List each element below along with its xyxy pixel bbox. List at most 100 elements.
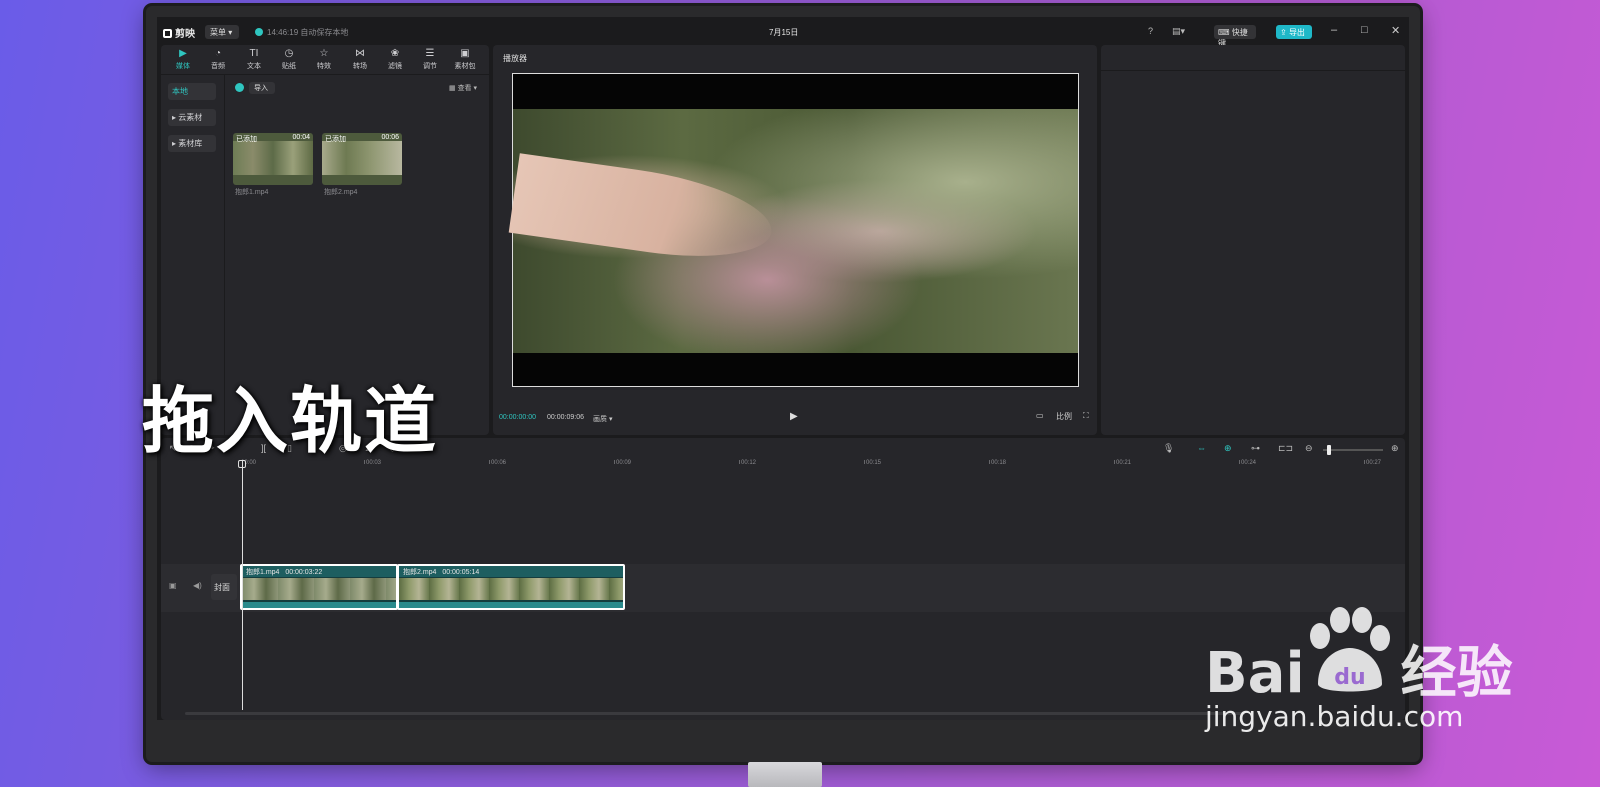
export-button[interactable]: ⇪ 导出 (1276, 25, 1312, 39)
ruler-tick: 00:15 (863, 460, 882, 466)
media-thumb-2[interactable]: 已添加 00:06 (322, 133, 402, 185)
clip-header: 抱郎2.mp4 00:00:05:14 (399, 566, 623, 577)
media-thumb-image (233, 141, 313, 175)
media-thumb-1[interactable]: 已添加 00:04 (233, 133, 313, 185)
track-lock-icon[interactable]: ▣ (169, 581, 177, 590)
clip-filmstrip (399, 578, 623, 600)
quality-dropdown[interactable]: 画质 ▾ (593, 414, 612, 424)
tab-effects-label: 特效 (317, 63, 331, 70)
tab-media[interactable]: ▶ 媒体 (166, 47, 200, 71)
media-thumb-image (322, 141, 402, 175)
ruler-tick: 00:21 (1113, 460, 1132, 466)
tab-sticker-label: 贴纸 (282, 63, 296, 70)
tab-package-label: 素材包 (454, 63, 476, 70)
tab-effects[interactable]: ☆ 特效 (307, 47, 341, 71)
tab-media-label: 媒体 (176, 63, 190, 70)
original-size-icon[interactable]: ▭ (1036, 411, 1044, 420)
tab-filter-label: 滤镜 (388, 63, 402, 70)
view-sort-label: 查看 (457, 85, 472, 92)
auto-snap-icon[interactable]: ⊕ (1224, 443, 1232, 454)
tab-text-label: 文本 (247, 63, 261, 70)
timeline-clip-1[interactable]: 抱郎1.mp4 00:00:03:22 (240, 564, 398, 610)
ruler-tick: 00:18 (988, 460, 1007, 466)
fullscreen-icon[interactable]: ⛶ (1083, 411, 1089, 421)
sidebar-item-local[interactable]: 本地 (168, 83, 216, 100)
preview-canvas[interactable] (508, 73, 1079, 387)
menu-button-label: 菜单 (210, 28, 226, 37)
import-button[interactable]: 导入 (249, 82, 275, 94)
view-sort-button[interactable]: ▦ 查看 ▾ (449, 83, 477, 93)
tab-transition[interactable]: ⋈ 转场 (343, 47, 377, 71)
help-icon[interactable]: ? (1148, 26, 1153, 36)
sidebar-item-cloud[interactable]: ▸ 云素材 (168, 109, 216, 126)
media-added-badge: 已添加 (325, 136, 346, 143)
logo-icon (163, 29, 172, 38)
ruler-tick: 00:09 (613, 460, 632, 466)
clip-duration: 00:00:05:14 (442, 569, 480, 576)
current-time: 00:00:00:00 (499, 414, 536, 421)
minimize-icon[interactable]: – (1331, 24, 1337, 36)
clip-header: 抱郎1.mp4 00:00:03:22 (242, 566, 396, 577)
tab-filter[interactable]: ❀ 滤镜 (378, 47, 412, 71)
ruler-tick: 00:24 (1238, 460, 1257, 466)
ruler-tick: 00:06 (488, 460, 507, 466)
close-icon[interactable]: ✕ (1391, 24, 1400, 37)
clip-name: 抱郎2.mp4 (403, 569, 437, 576)
layout-icon[interactable]: ▤▾ (1172, 26, 1185, 37)
properties-header (1101, 45, 1405, 71)
ratio-button[interactable]: 比例 (1056, 411, 1072, 422)
cover-button[interactable]: 封面 (211, 574, 237, 600)
ruler-tick: 00:12 (738, 460, 757, 466)
sidebar-item-library[interactable]: ▸ 素材库 (168, 135, 216, 152)
tab-package[interactable]: ▣ 素材包 (448, 47, 482, 71)
player-panel: 播放器 00:00:00:00 00:00:09:06 画质 ▾ ▶ ▭ 比例 … (493, 45, 1097, 435)
sidebar-item-cloud-label: 云素材 (178, 113, 203, 122)
watermark-brand-2: 经验 (1400, 641, 1513, 706)
track-mute-icon[interactable]: ◀) (193, 581, 202, 590)
zoom-in-icon[interactable]: ⊕ (1391, 443, 1399, 454)
tab-adjust-label: 调节 (423, 63, 437, 70)
playhead-line[interactable] (242, 460, 243, 710)
properties-panel (1101, 45, 1405, 435)
ruler-tick: 00:27 (1363, 460, 1382, 466)
linkage-icon[interactable]: ⊶ (1251, 443, 1260, 454)
zoom-out-icon[interactable]: ⊖ (1305, 443, 1313, 454)
clip-audio-wave (242, 602, 396, 608)
tab-adjust[interactable]: ☰ 调节 (413, 47, 447, 71)
clip-duration: 00:00:03:22 (285, 569, 323, 576)
autosave-status: 14:46:19 自动保存本地 (267, 28, 349, 37)
microphone-icon[interactable]: 🎙 (1163, 443, 1174, 454)
sidebar-item-library-label: 素材库 (178, 139, 203, 148)
shortcut-button[interactable]: ⌨ 快捷键 (1214, 25, 1256, 48)
tab-text[interactable]: TI 文本 (237, 47, 271, 71)
monitor-stand (748, 762, 822, 787)
media-name-2: 抱郎2.mp4 (324, 189, 358, 196)
main-track-magnet-icon[interactable]: ⇔ (1197, 443, 1206, 453)
adjust-icon: ☰ (425, 48, 435, 59)
zoom-slider-handle[interactable] (1327, 445, 1331, 455)
quality-label: 画质 (593, 416, 607, 423)
menu-button[interactable]: 菜单 ▾ (205, 25, 239, 39)
tutorial-caption: 拖入轨道 (142, 379, 439, 463)
app-logo: 剪映 (163, 25, 195, 40)
import-plus-icon[interactable] (235, 83, 244, 92)
package-icon: ▣ (460, 48, 470, 59)
play-icon[interactable]: ▶ (790, 411, 798, 422)
zoom-slider-track[interactable] (1323, 449, 1383, 451)
preview-video-frame (508, 109, 1078, 353)
tab-sticker[interactable]: ◷ 贴纸 (272, 47, 306, 71)
preview-axis-icon[interactable]: ⊏⊐ (1278, 443, 1293, 454)
media-tab-bar: ▶ 媒体 ◔ 音频 TI 文本 ◷ 贴纸 ☆ 特效 ⋈ 转场 ❀ 滤镜 ☰ 调节 ▣ 素材包 (161, 45, 489, 75)
tab-audio[interactable]: ◔ 音频 (201, 47, 235, 71)
filter-icon: ❀ (390, 48, 400, 59)
watermark-url: jingyan.baidu.com (1205, 700, 1464, 733)
player-title: 播放器 (503, 54, 527, 63)
clip-audio-wave (399, 602, 623, 608)
clip-name: 抱郎1.mp4 (246, 569, 280, 576)
timeline-scrollbar[interactable] (185, 712, 1245, 715)
timeline-clip-2[interactable]: 抱郎2.mp4 00:00:05:14 (397, 564, 625, 610)
app-name: 剪映 (175, 29, 195, 40)
project-title: 7月15日 (769, 28, 799, 37)
maximize-icon[interactable]: □ (1361, 24, 1368, 36)
clip-filmstrip (242, 578, 396, 600)
